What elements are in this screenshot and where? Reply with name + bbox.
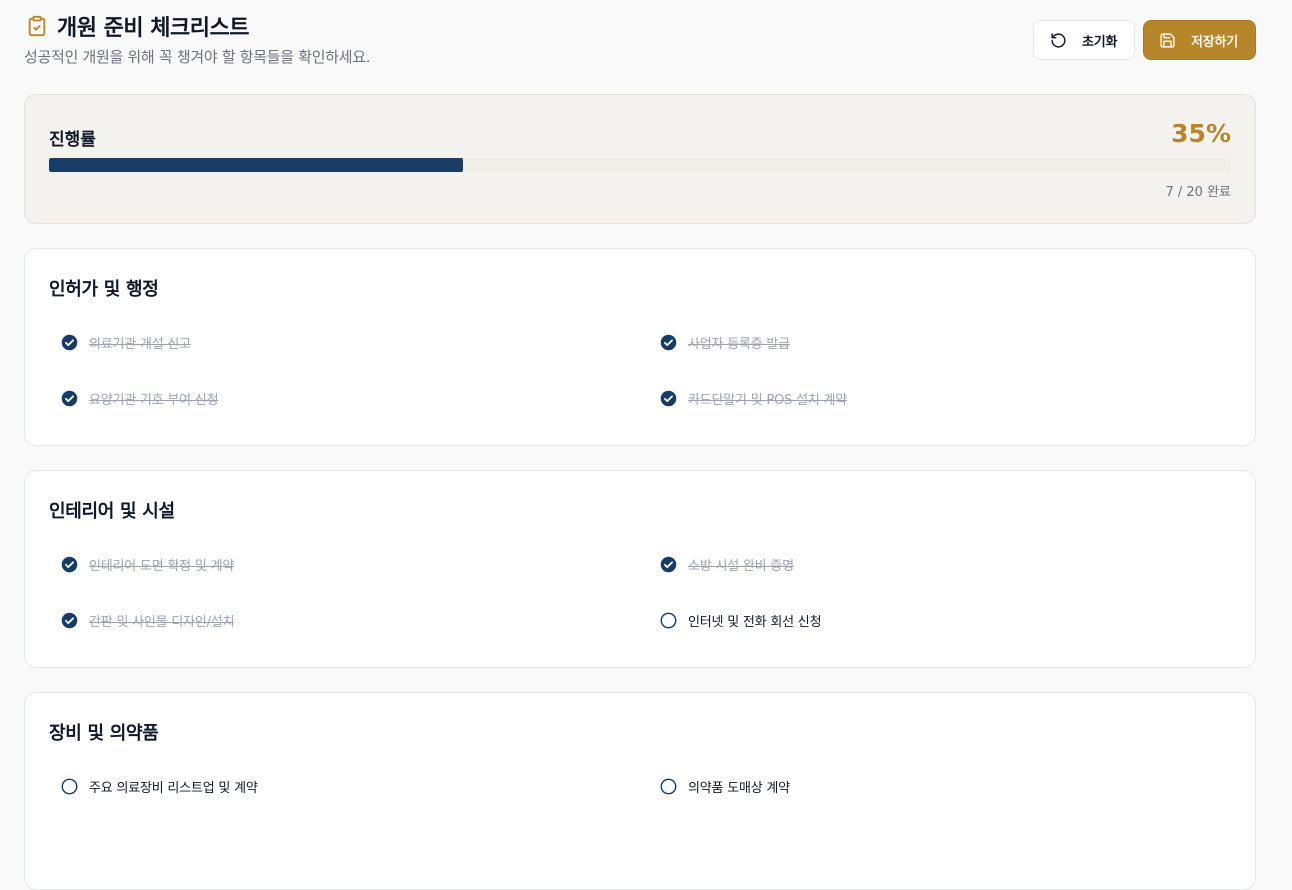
page-subtitle: 성공적인 개원을 위해 꼭 챙겨야 할 항목들을 확인하세요. (24, 48, 371, 66)
progress-bar-fill (49, 158, 463, 172)
checklist-item[interactable]: 인테리어 도면 확정 및 계약 (61, 555, 660, 574)
section-title: 인테리어 및 시설 (49, 501, 175, 522)
progress-card: 진행률 35% 7 / 20 완료 (24, 94, 1256, 224)
clipboard-check-icon (26, 15, 48, 37)
progress-percent: 35% (1171, 119, 1231, 148)
circle-icon[interactable] (61, 778, 78, 795)
progress-label: 진행률 (49, 130, 96, 150)
circle-icon[interactable] (660, 778, 677, 795)
checklist-items: 인테리어 도면 확정 및 계약 소방 시설 완비 증명간판 및 사인물 디자인/설… (61, 555, 1259, 630)
checklist-item[interactable]: 인터넷 및 전화 회선 신청 (660, 611, 1259, 630)
section-interior: 인테리어 및 시설 인테리어 도면 확정 및 계약 소방 시설 완비 증명간판 및… (24, 470, 1256, 668)
checklist-item-label: 의료기관 개설 신고 (89, 336, 191, 352)
save-icon (1159, 32, 1176, 49)
reset-button[interactable]: 초기화 (1033, 20, 1135, 60)
save-button-label: 저장하기 (1191, 33, 1239, 49)
checklist-item[interactable]: 주요 의료장비 리스트업 및 계약 (61, 777, 660, 796)
section-title: 장비 및 의약품 (49, 723, 159, 744)
checklist-item[interactable]: 간판 및 사인물 디자인/설치 (61, 611, 660, 630)
checklist-item-label: 인터넷 및 전화 회선 신청 (688, 614, 822, 630)
checklist-item-label: 간판 및 사인물 디자인/설치 (89, 614, 235, 630)
section-equipment: 장비 및 의약품 주요 의료장비 리스트업 및 계약 의약품 도매상 계약 (24, 692, 1256, 890)
section-title: 인허가 및 행정 (49, 279, 159, 300)
checklist-item-label: 소방 시설 완비 증명 (688, 558, 794, 574)
checklist-item[interactable]: 의약품 도매상 계약 (660, 777, 1259, 796)
checklist-item[interactable]: 카드단말기 및 POS 설치 계약 (660, 389, 1259, 408)
checklist-item-label: 의약품 도매상 계약 (688, 780, 790, 796)
checklist-item-label: 인테리어 도면 확정 및 계약 (89, 558, 235, 574)
section-permits: 인허가 및 행정 의료기관 개설 신고 사업자 등록증 발급요양기관 기호 부여 … (24, 248, 1256, 446)
checklist-item-label: 사업자 등록증 발급 (688, 336, 790, 352)
check-circle-icon[interactable] (61, 334, 78, 351)
rotate-ccw-icon (1050, 32, 1067, 49)
checklist-item-label: 주요 의료장비 리스트업 및 계약 (89, 780, 258, 796)
checklist-item[interactable]: 소방 시설 완비 증명 (660, 555, 1259, 574)
checklist-items: 의료기관 개설 신고 사업자 등록증 발급요양기관 기호 부여 신청 카드단말기 및… (61, 333, 1259, 408)
checklist-items: 주요 의료장비 리스트업 및 계약 의약품 도매상 계약 (61, 777, 1259, 796)
circle-icon[interactable] (660, 612, 677, 629)
progress-bar (49, 158, 1231, 172)
progress-count: 7 / 20 완료 (1165, 185, 1231, 200)
check-circle-icon[interactable] (660, 334, 677, 351)
check-circle-icon[interactable] (660, 556, 677, 573)
check-circle-icon[interactable] (61, 556, 78, 573)
page-header: 개원 준비 체크리스트 성공적인 개원을 위해 꼭 챙겨야 할 항목들을 확인하… (24, 0, 1256, 94)
checklist-item[interactable]: 사업자 등록증 발급 (660, 333, 1259, 352)
page-title: 개원 준비 체크리스트 (57, 16, 249, 41)
checklist-item-label: 요양기관 기호 부여 신청 (89, 392, 219, 408)
check-circle-icon[interactable] (61, 612, 78, 629)
checklist-item[interactable]: 요양기관 기호 부여 신청 (61, 389, 660, 408)
save-button[interactable]: 저장하기 (1143, 20, 1256, 60)
reset-button-label: 초기화 (1082, 33, 1118, 49)
checklist-item-label: 카드단말기 및 POS 설치 계약 (688, 392, 848, 408)
checklist-item[interactable]: 의료기관 개설 신고 (61, 333, 660, 352)
title-row: 개원 준비 체크리스트 (26, 10, 249, 42)
check-circle-icon[interactable] (61, 390, 78, 407)
check-circle-icon[interactable] (660, 390, 677, 407)
header-actions: 초기화 저장하기 (1033, 20, 1256, 60)
